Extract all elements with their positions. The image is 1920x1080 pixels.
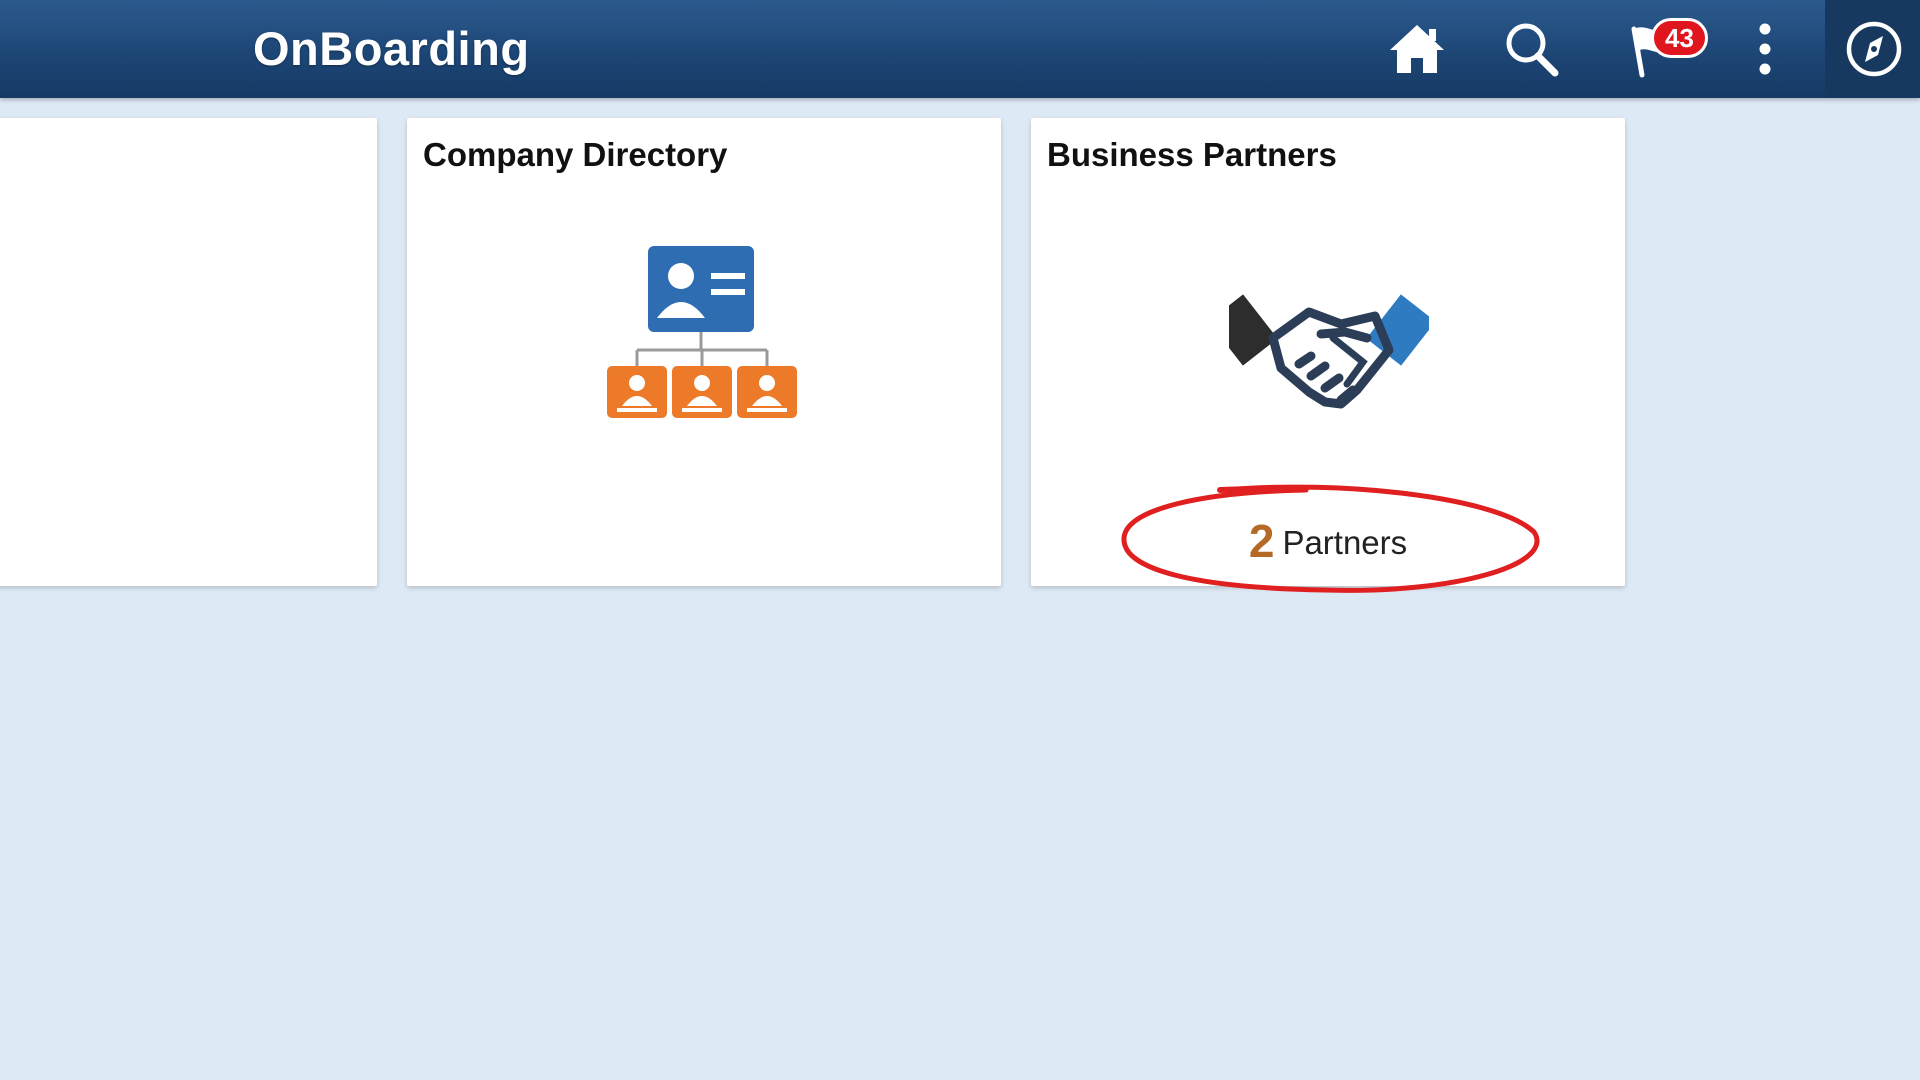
annotation-ellipse	[1121, 484, 1540, 593]
search-icon	[1506, 23, 1559, 77]
navbar-compass-icon	[1846, 21, 1902, 77]
notification-count-badge: 43	[1651, 18, 1708, 58]
home-icon	[1390, 25, 1444, 73]
header-bar: OnBoarding 43	[0, 0, 1920, 98]
tile-title: Business Partners	[1047, 136, 1337, 173]
page-title: OnBoarding	[253, 22, 530, 75]
tile-title: Company Directory	[423, 136, 728, 173]
tile-partial[interactable]	[0, 118, 377, 586]
tile-company-directory[interactable]: Company Directory	[407, 118, 1001, 586]
navbar-button[interactable]	[1844, 16, 1904, 82]
handshake-icon	[1229, 294, 1429, 409]
search-button[interactable]	[1498, 16, 1564, 82]
org-chart-icon	[607, 246, 797, 418]
actions-menu-button[interactable]	[1745, 16, 1785, 82]
home-button[interactable]	[1384, 16, 1450, 82]
actions-menu-icon	[1759, 23, 1771, 75]
